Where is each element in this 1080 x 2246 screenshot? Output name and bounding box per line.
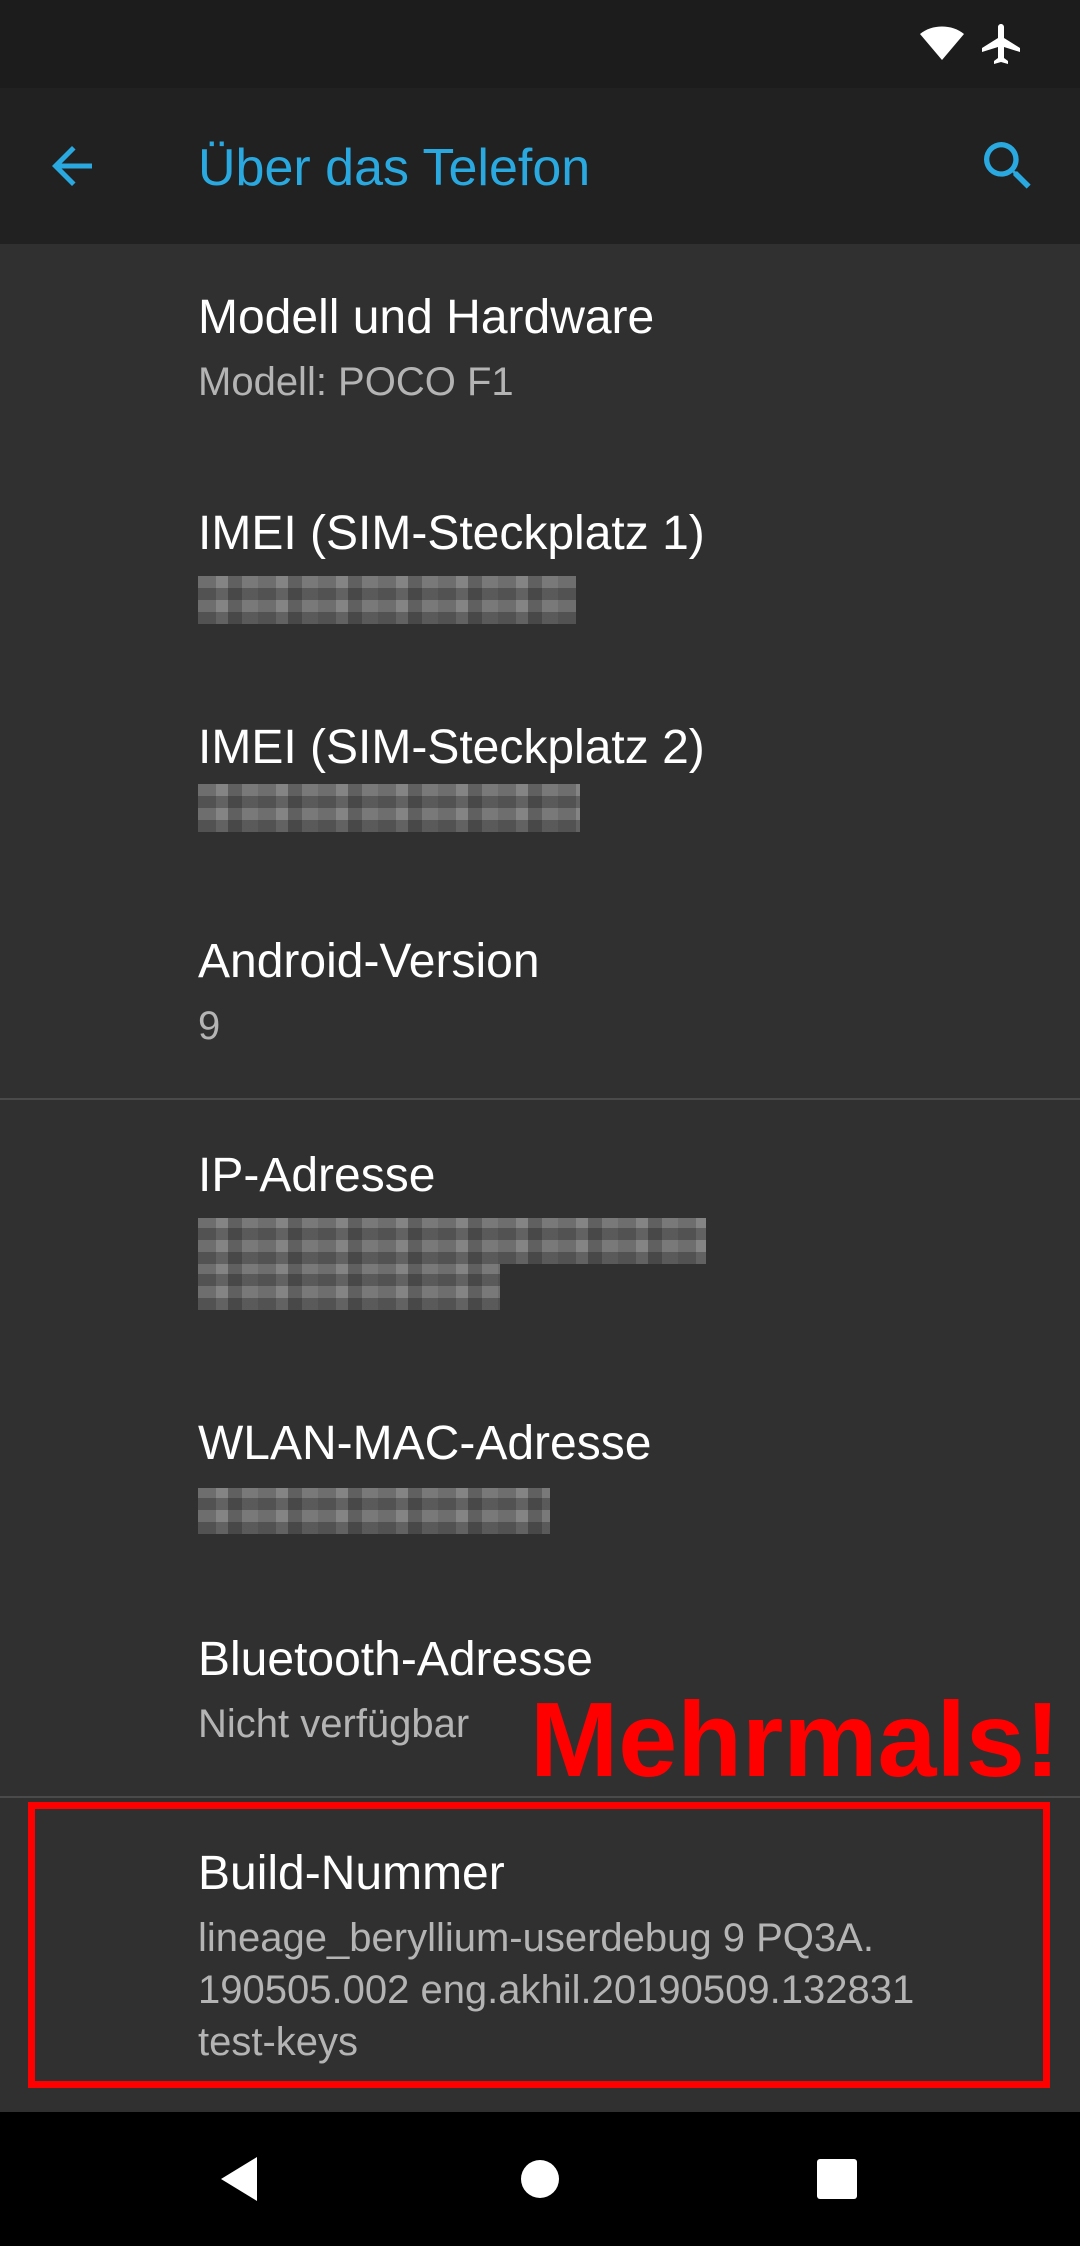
item-title: Modell und Hardware [198, 291, 655, 344]
status-bar [0, 0, 1080, 88]
item-summary: 9 [198, 1004, 221, 1048]
nav-recents-icon [817, 2159, 857, 2199]
nav-home-button[interactable] [503, 2142, 577, 2216]
item-summary: Nicht verfügbar [198, 1702, 470, 1746]
search-button[interactable] [966, 124, 1050, 208]
nav-back-button[interactable] [202, 2142, 276, 2216]
page-title: Über das Telefon [198, 139, 591, 197]
list-item-wlan-mac[interactable]: WLAN-MAC-Adresse [0, 1368, 1080, 1584]
item-title: WLAN-MAC-Adresse [198, 1417, 652, 1470]
redacted-value [198, 1218, 706, 1264]
list-item-model-hardware[interactable]: Modell und Hardware Modell: POCO F1 [0, 244, 1080, 456]
list-item-ip-address[interactable]: IP-Adresse [0, 1100, 1080, 1368]
list-item-imei-slot-2[interactable]: IMEI (SIM-Steckplatz 2) [0, 670, 1080, 884]
item-title: IMEI (SIM-Steckplatz 1) [198, 507, 705, 560]
annotation-text: Mehrmals! [530, 1681, 1061, 1799]
nav-home-icon [521, 2160, 559, 2198]
nav-back-icon [221, 2157, 257, 2201]
item-title: IMEI (SIM-Steckplatz 2) [198, 721, 705, 774]
list-item-android-version[interactable]: Android-Version 9 [0, 884, 1080, 1098]
item-title: Android-Version [198, 935, 540, 988]
screen: Über das Telefon Modell und Hardware Mod… [0, 0, 1080, 2246]
nav-recents-button[interactable] [800, 2142, 874, 2216]
back-arrow-icon [52, 146, 92, 186]
airplane-mode-icon [978, 20, 1026, 68]
item-summary: Modell: POCO F1 [198, 360, 514, 404]
list-item-imei-slot-1[interactable]: IMEI (SIM-Steckplatz 1) [0, 456, 1080, 670]
app-toolbar: Über das Telefon [0, 88, 1080, 244]
redacted-value [198, 1488, 550, 1534]
redacted-value [198, 576, 576, 624]
navigation-bar [0, 2112, 1080, 2246]
wifi-icon [918, 20, 966, 68]
search-icon [984, 142, 1031, 189]
redacted-value [198, 1264, 500, 1310]
redacted-value [198, 784, 580, 832]
item-title: IP-Adresse [198, 1149, 436, 1202]
back-button[interactable] [30, 124, 114, 208]
annotation-highlight-box [28, 1802, 1050, 2088]
